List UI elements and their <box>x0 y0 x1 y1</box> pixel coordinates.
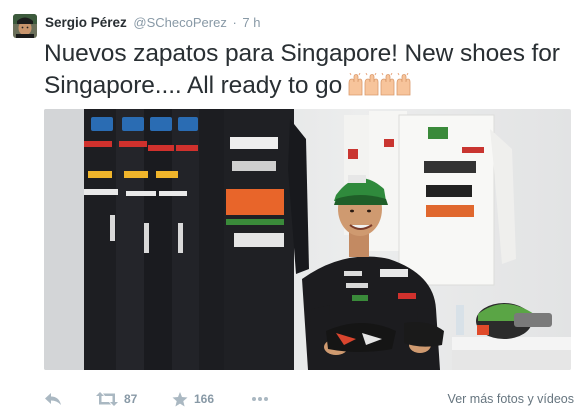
tweet-text: Nuevos zapatos para Singapore! New shoes… <box>44 40 560 99</box>
tweet-card: Sergio Pérez @SChecoPerez · 7 h Nuevos z… <box>0 0 584 419</box>
star-icon <box>172 391 188 406</box>
favorite-count: 166 <box>194 392 215 406</box>
timestamp[interactable]: 7 h <box>242 15 260 30</box>
favorite-button[interactable]: 166 <box>172 388 214 410</box>
tweet-photo[interactable] <box>44 109 571 370</box>
tweet-text-container: Nuevos zapatos para Singapore! New shoes… <box>44 38 579 106</box>
more-photos-link[interactable]: Ver más fotos y vídeos <box>448 388 574 410</box>
reply-button[interactable] <box>44 388 62 410</box>
more-dots-icon <box>252 397 268 401</box>
retweet-button[interactable]: 87 <box>96 388 137 410</box>
retweet-count: 87 <box>124 392 138 406</box>
display-name[interactable]: Sergio Pérez <box>45 15 127 30</box>
tweet-header: Sergio Pérez @SChecoPerez · 7 h <box>45 14 261 32</box>
retweet-icon <box>96 392 118 406</box>
tweet-actions: 87 166 Ver más fotos y vídeos <box>44 388 579 410</box>
avatar[interactable] <box>13 14 37 38</box>
screen-name[interactable]: @SChecoPerez <box>133 15 226 30</box>
clapping-hands-icon <box>346 73 412 106</box>
header-separator: · <box>232 15 237 30</box>
more-button[interactable] <box>251 388 269 410</box>
reply-icon <box>45 393 61 405</box>
